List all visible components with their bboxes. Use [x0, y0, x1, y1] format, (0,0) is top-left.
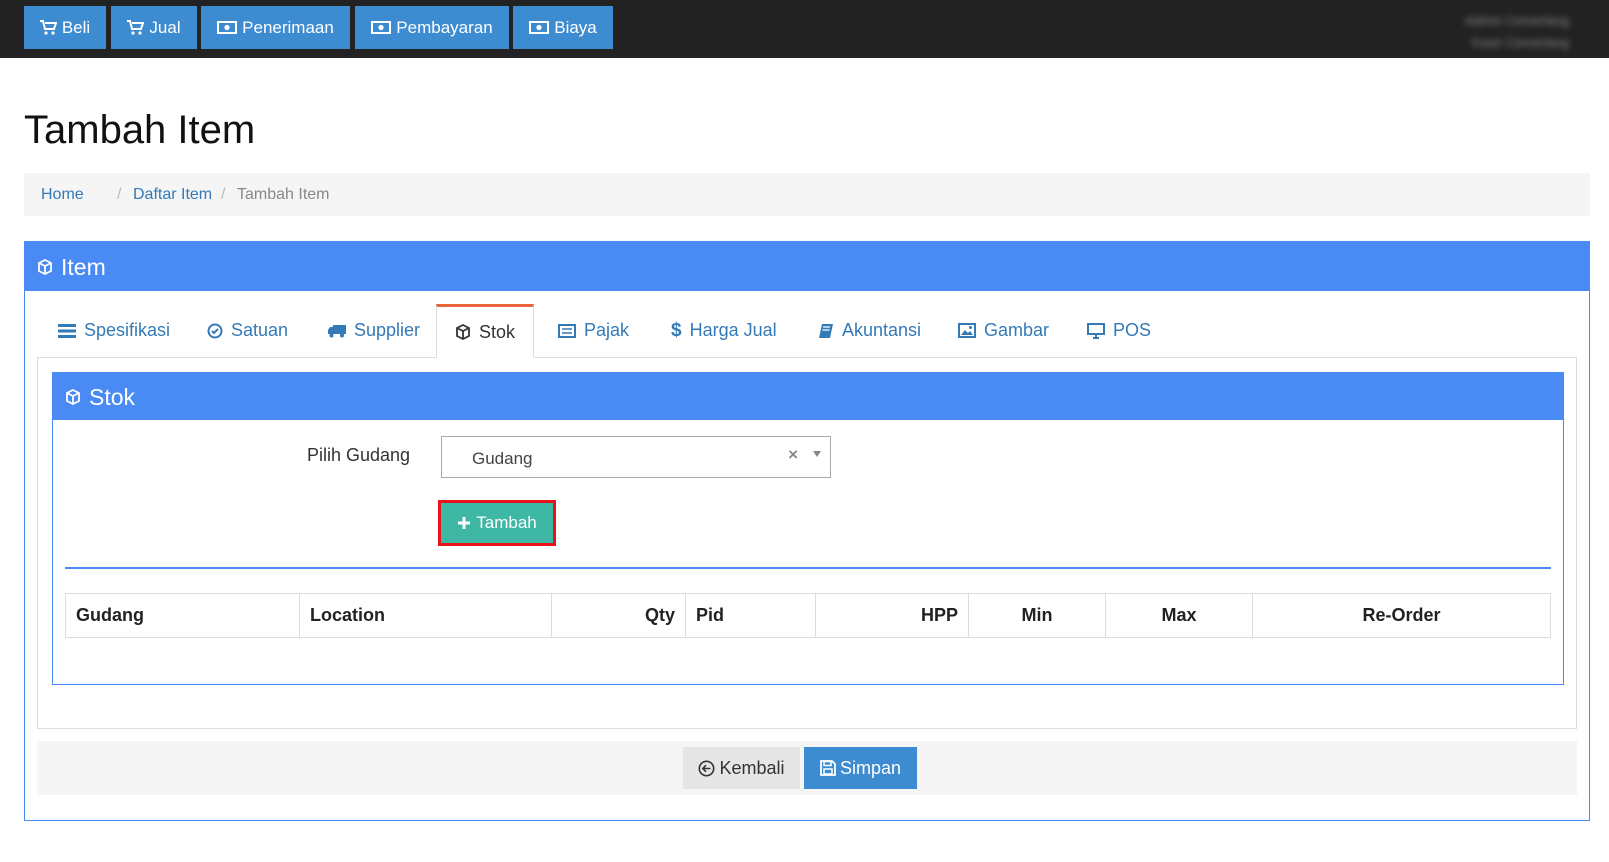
breadcrumb-current: Tambah Item: [237, 186, 330, 203]
tab-gambar[interactable]: Gambar: [958, 304, 1049, 357]
dollar-icon: $: [671, 319, 682, 341]
image-icon: [958, 323, 976, 338]
page-title: Tambah Item: [24, 108, 256, 152]
chevron-down-icon[interactable]: [813, 451, 821, 457]
cube-icon: [456, 324, 470, 340]
tab-label: Gambar: [984, 320, 1050, 340]
tab-spesifikasi[interactable]: Spesifikasi: [58, 304, 170, 357]
form-footer: Kembali Simpan: [37, 741, 1577, 795]
plus-icon: [458, 517, 471, 529]
item-panel: Item Spesifikasi Satuan Supplier Stok Pa…: [24, 241, 1590, 821]
beli-button[interactable]: Beli: [24, 6, 106, 49]
save-icon: [820, 760, 836, 776]
stok-table: Gudang Location Qty Pid HPP Min Max Re-O…: [65, 593, 1551, 638]
money-icon: [217, 21, 238, 34]
table-header-row: Gudang Location Qty Pid HPP Min Max Re-O…: [65, 593, 1551, 638]
tab-bar: Spesifikasi Satuan Supplier Stok Pajak $…: [37, 304, 1577, 358]
cube-icon: [66, 388, 80, 405]
penerimaan-button[interactable]: Penerimaan: [201, 6, 350, 49]
tab-label: POS: [1113, 320, 1152, 340]
tambah-label: Tambah: [476, 513, 537, 532]
tab-supplier[interactable]: Supplier: [328, 304, 420, 357]
tab-stok[interactable]: Stok: [436, 304, 535, 358]
arrow-circle-left-icon: [698, 760, 715, 776]
gudang-select[interactable]: Gudang ×: [441, 436, 831, 478]
biaya-label: Biaya: [554, 18, 597, 37]
tab-label: Stok: [479, 321, 516, 342]
tab-content-stok: Stok Pilih Gudang Gudang × Tambah Gudang…: [37, 357, 1577, 729]
breadcrumb-home[interactable]: Home: [41, 173, 84, 216]
divider: [65, 567, 1551, 569]
tab-label: Akuntansi: [842, 320, 922, 340]
check-circle-icon: [207, 323, 223, 338]
jual-button[interactable]: Jual: [111, 6, 197, 49]
beli-label: Beli: [61, 18, 91, 37]
user-info[interactable]: Admin Cemerlang Kasir Cemerlang: [1369, 10, 1569, 54]
list-icon: [58, 323, 76, 338]
column-header-pid[interactable]: Pid: [685, 593, 816, 638]
clear-icon[interactable]: ×: [788, 445, 798, 465]
item-panel-header: Item: [25, 242, 1589, 291]
simpan-button[interactable]: Simpan: [804, 747, 917, 789]
column-header-location[interactable]: Location: [299, 593, 552, 638]
cart-icon: [127, 20, 145, 35]
monitor-icon: [1087, 322, 1105, 339]
biaya-button[interactable]: Biaya: [513, 6, 613, 49]
column-header-hpp[interactable]: HPP: [815, 593, 969, 638]
tab-pos[interactable]: POS: [1087, 304, 1151, 357]
pembayaran-label: Pembayaran: [396, 18, 493, 37]
tab-akuntansi[interactable]: Akuntansi: [818, 304, 921, 357]
penerimaan-label: Penerimaan: [242, 18, 334, 37]
breadcrumb-separator: /: [221, 186, 226, 203]
column-header-min[interactable]: Min: [968, 593, 1106, 638]
tab-satuan[interactable]: Satuan: [207, 304, 288, 357]
list-alt-icon: [558, 323, 576, 338]
tambah-button[interactable]: Tambah: [438, 500, 556, 546]
tab-label: Supplier: [354, 320, 421, 340]
breadcrumb: Home / Daftar Item / Tambah Item: [24, 173, 1590, 216]
book-icon: [819, 323, 833, 338]
stok-panel-header: Stok: [53, 373, 1563, 420]
breadcrumb-separator: /: [117, 186, 122, 203]
gudang-select-value: Gudang: [472, 449, 533, 468]
money-icon: [529, 21, 550, 34]
item-panel-title: Item: [61, 253, 106, 280]
breadcrumb-daftar-item[interactable]: Daftar Item: [133, 173, 212, 216]
stok-panel-title: Stok: [89, 383, 136, 410]
user-line-1: Admin Cemerlang: [1464, 13, 1569, 28]
column-header-reorder[interactable]: Re-Order: [1252, 593, 1551, 638]
money-icon: [371, 21, 392, 34]
cube-icon: [38, 258, 52, 275]
tab-pajak[interactable]: Pajak: [558, 304, 629, 357]
kembali-button[interactable]: Kembali: [683, 747, 800, 789]
top-navbar: Beli Jual Penerimaan Pembayaran Biaya Ad…: [0, 0, 1609, 58]
pembayaran-button[interactable]: Pembayaran: [355, 6, 509, 49]
kembali-label: Kembali: [719, 757, 785, 778]
cart-icon: [39, 20, 57, 35]
tab-harga-jual[interactable]: $ Harga Jual: [671, 304, 777, 357]
simpan-label: Simpan: [839, 757, 902, 778]
tab-label: Satuan: [231, 320, 289, 340]
column-header-max[interactable]: Max: [1105, 593, 1253, 638]
tab-label: Pajak: [584, 320, 630, 340]
stok-panel: Stok Pilih Gudang Gudang × Tambah Gudang…: [52, 372, 1564, 685]
column-header-qty[interactable]: Qty: [551, 593, 686, 638]
jual-label: Jual: [149, 18, 181, 37]
tab-label: Harga Jual: [689, 320, 777, 340]
truck-icon: [328, 324, 346, 337]
user-line-2: Kasir Cemerlang: [1472, 35, 1569, 50]
pilih-gudang-label: Pilih Gudang: [307, 445, 411, 465]
tab-label: Spesifikasi: [84, 320, 171, 340]
column-header-gudang[interactable]: Gudang: [65, 593, 300, 638]
